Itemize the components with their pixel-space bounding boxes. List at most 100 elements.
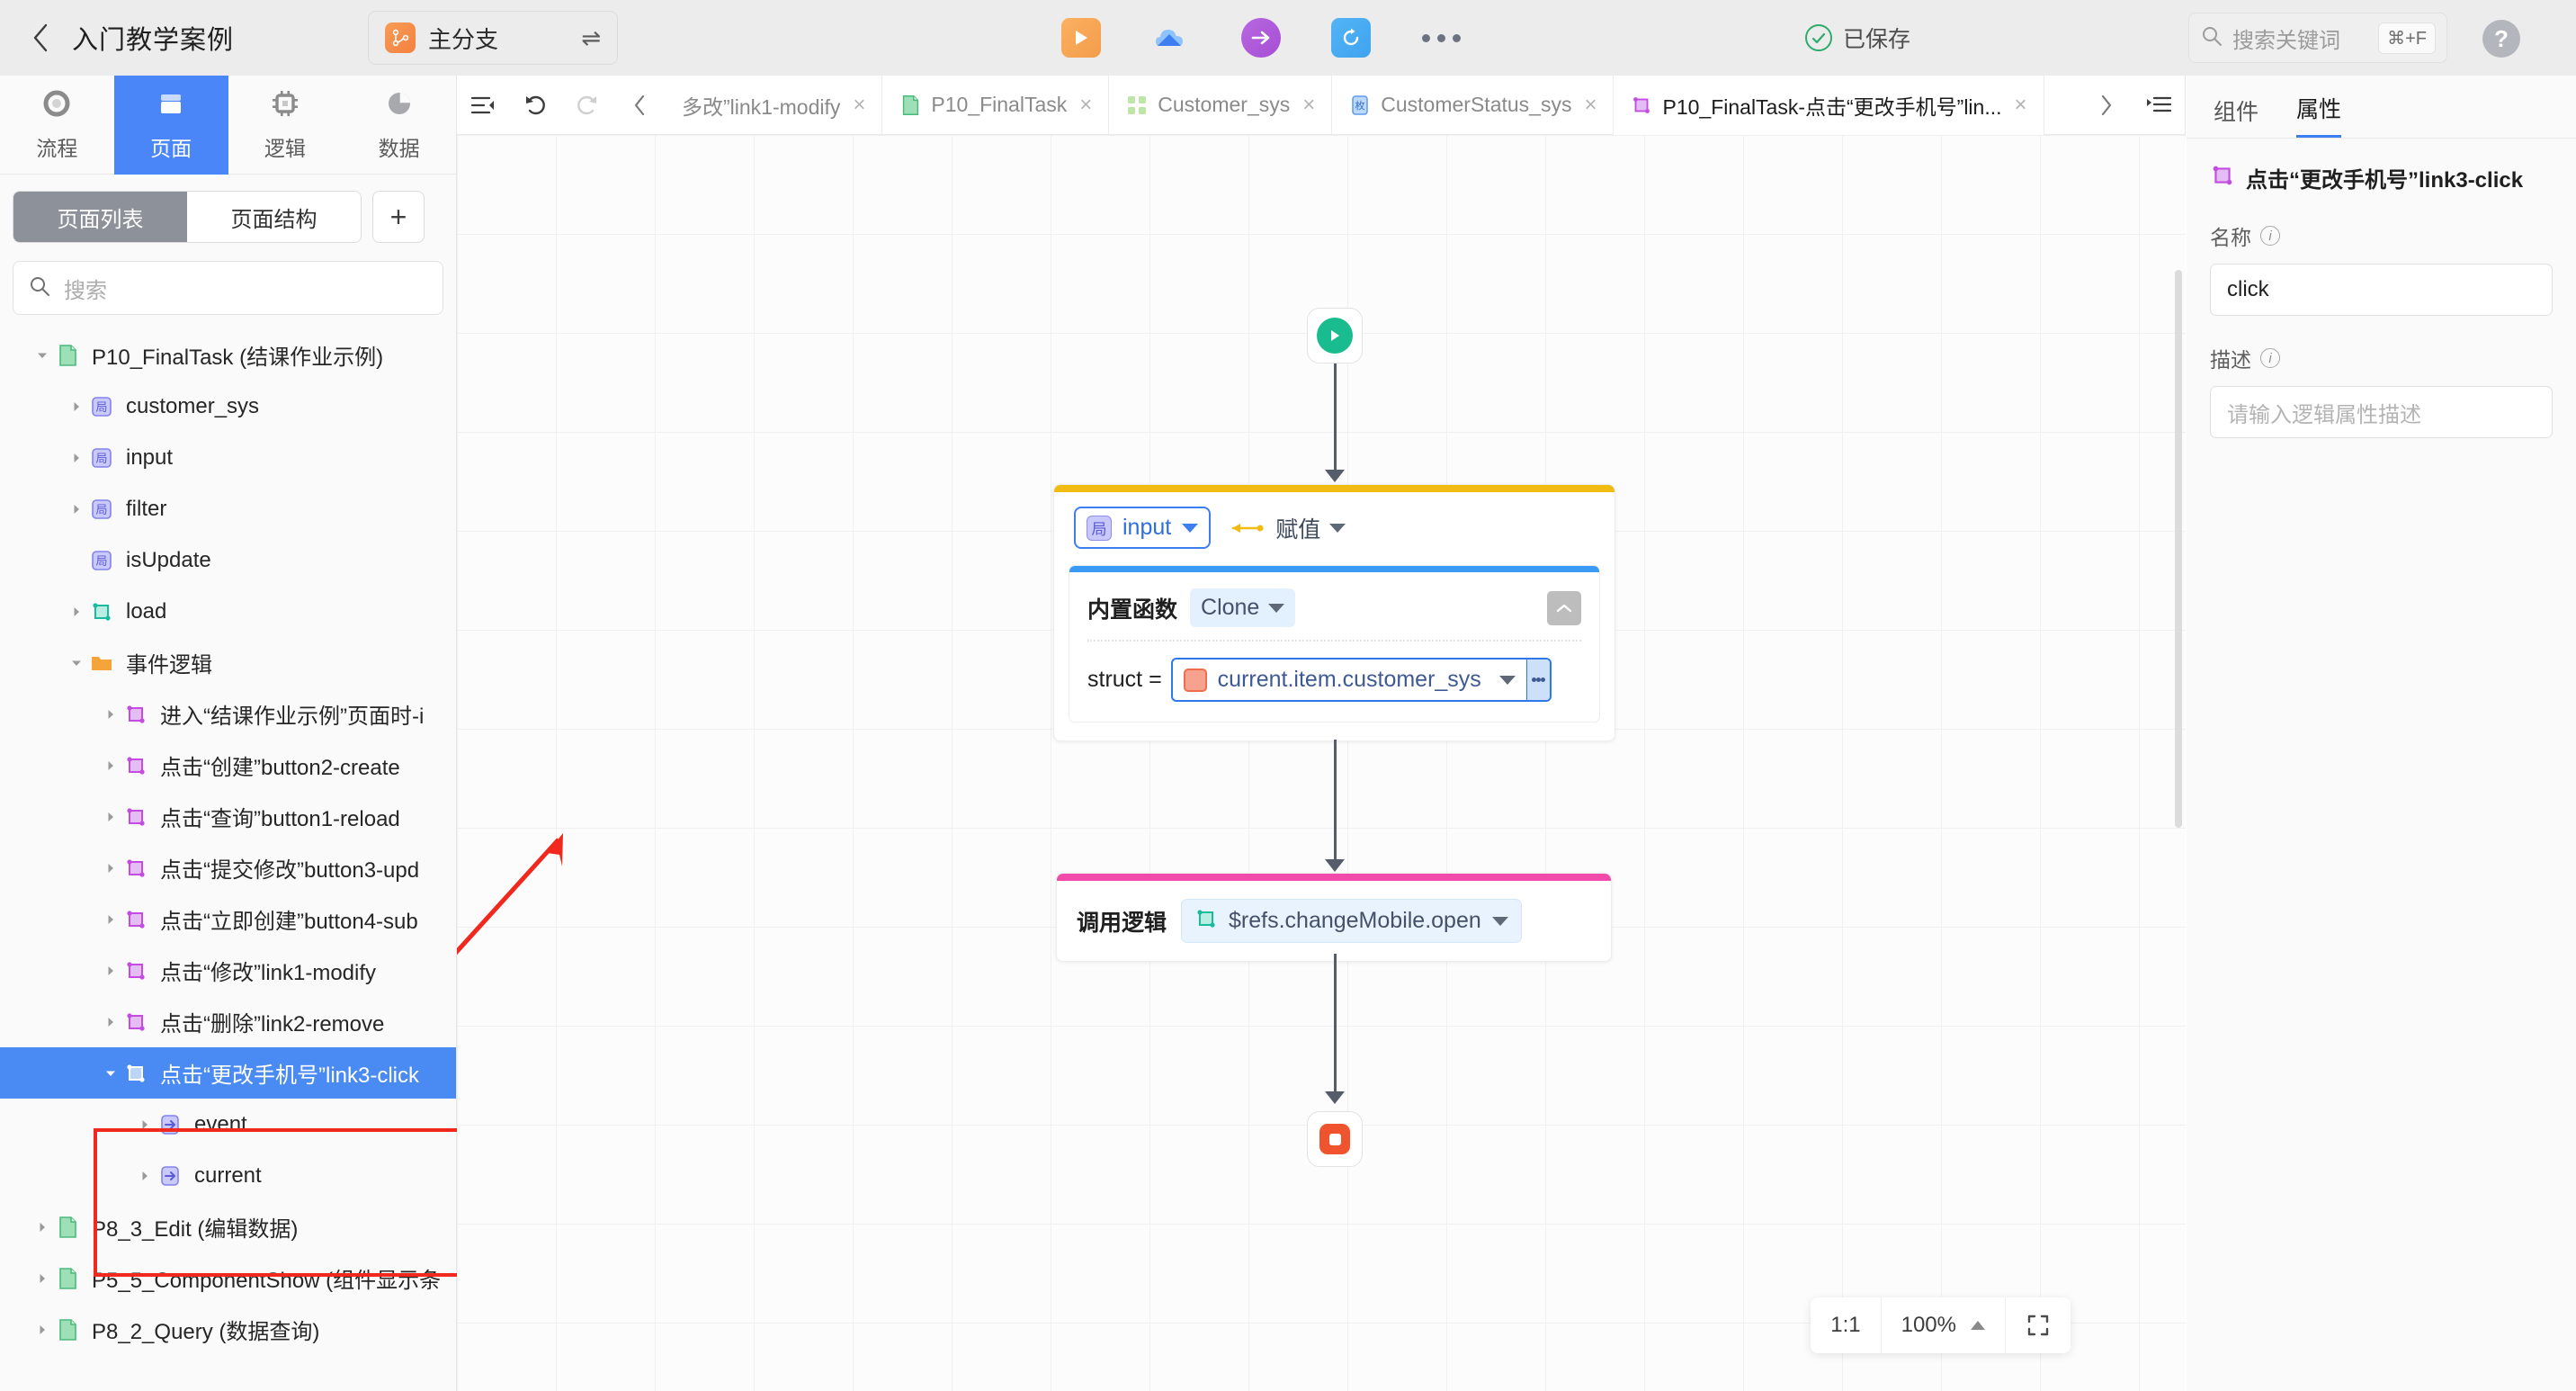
chevron-right-icon[interactable] [31,1323,54,1337]
chevron-right-icon[interactable] [99,810,122,824]
tab-list-icon[interactable] [2133,76,2185,135]
chevron-right-icon[interactable] [65,502,88,516]
chevron-up-icon[interactable] [1547,590,1581,625]
call-logic-select[interactable]: $refs.changeMobile.open [1181,899,1522,943]
chevron-right-icon[interactable] [133,1117,157,1132]
chevron-right-icon[interactable] [99,758,122,773]
fit-screen-icon[interactable] [2006,1297,2071,1353]
tree-item[interactable]: 点击“提交修改”button3-upd [0,842,456,893]
chevron-down-icon[interactable] [65,656,88,670]
edge-assign-to-call [1334,740,1337,861]
close-icon[interactable]: × [853,93,865,118]
tree-item[interactable]: 局 customer_sys [0,381,456,432]
close-icon[interactable]: × [1584,93,1597,118]
deploy-arrow-icon[interactable] [1239,16,1283,59]
cloud-publish-icon[interactable] [1149,16,1193,59]
editor-tab[interactable]: 多改”link1-modify × [666,75,883,135]
run-preview-icon[interactable] [1060,16,1103,59]
tree-item[interactable]: 局 input [0,432,456,483]
tree-item[interactable]: 点击“更改手机号”link3-click [0,1047,456,1099]
chevron-right-icon[interactable] [65,399,88,414]
chevron-down-icon [1491,916,1508,926]
tab-page-list[interactable]: 页面列表 [13,192,187,242]
tree-item[interactable]: P10_FinalTask (结课作业示例) [0,329,456,381]
tree-item[interactable]: P5_5_ComponentShow (组件显示条 [0,1252,456,1304]
struct-param-more-icon[interactable] [1525,660,1550,700]
editor-tab[interactable]: 枚 CustomerStatus_sys × [1332,75,1614,135]
tree-item[interactable]: 点击“查询”button1-reload [0,791,456,842]
undo-icon[interactable] [509,76,561,135]
editor-tab[interactable]: Customer_sys × [1109,75,1333,135]
chevron-right-icon[interactable] [99,964,122,978]
start-node[interactable] [1307,308,1363,363]
editor-tab[interactable]: P10_FinalTask × [882,75,1110,135]
more-options-icon[interactable] [1419,16,1462,59]
branch-swap-icon[interactable]: ⇌ [581,24,601,52]
field-description: 描述 i 请输入逻辑属性描述 [2187,343,2576,438]
assign-node[interactable]: 局 input 赋值 内置函数 Clone struct = current.i… [1053,484,1615,741]
mode-tab-page[interactable]: 页面 [113,76,228,175]
close-icon[interactable]: × [1079,93,1092,118]
chevron-right-icon[interactable] [31,1271,54,1286]
chevron-right-icon[interactable] [99,707,122,722]
field-name-label: 名称 i [2210,220,2553,251]
end-node[interactable] [1307,1111,1363,1167]
builtin-function-select[interactable]: Clone [1190,588,1296,627]
mode-tab-flow[interactable]: 流程 [0,76,114,175]
global-search-input[interactable]: 搜索关键词 ⌘+F [2188,13,2447,63]
tab-page-structure[interactable]: 页面结构 [187,192,361,242]
next-tab-button[interactable] [2080,76,2133,135]
chevron-right-icon[interactable] [99,1015,122,1029]
flow-canvas[interactable]: 局 input 赋值 内置函数 Clone struct = current.i… [457,135,2186,1391]
mode-tab-logic[interactable]: 逻辑 [228,76,343,175]
page-search-placeholder: 搜索 [64,278,107,303]
tree-item[interactable]: 点击“修改”link1-modify [0,945,456,996]
chevron-right-icon[interactable] [65,605,88,619]
tree-item[interactable]: P8_2_Query (数据查询) [0,1304,456,1355]
field-name-input[interactable]: click [2210,264,2553,316]
tree-item[interactable]: P8_3_Edit (编辑数据) [0,1201,456,1252]
redo-icon[interactable] [561,76,613,135]
sync-refresh-icon[interactable] [1329,16,1373,59]
tree-item[interactable]: load [0,586,456,637]
tree-item[interactable]: 点击“创建”button2-create [0,740,456,791]
call-logic-node[interactable]: 调用逻辑 $refs.changeMobile.open [1056,873,1612,962]
chevron-right-icon[interactable] [65,451,88,465]
field-description-input[interactable]: 请输入逻辑属性描述 [2210,386,2553,438]
tree-item[interactable]: 进入“结课作业示例”页面时-i [0,688,456,740]
zoom-level-select[interactable]: 100% [1882,1297,2006,1353]
info-icon[interactable]: i [2260,348,2280,368]
close-icon[interactable]: × [2015,93,2027,118]
tree-item[interactable]: current [0,1150,456,1201]
info-icon[interactable]: i [2260,226,2280,246]
assign-operator-select[interactable]: 赋值 [1230,512,1346,544]
prev-tab-button[interactable] [613,76,666,135]
chevron-right-icon[interactable] [31,1220,54,1234]
chevron-right-icon[interactable] [133,1169,157,1183]
back-button[interactable] [20,17,61,58]
tab-properties[interactable]: 属性 [2296,92,2342,138]
page-search-input[interactable]: 搜索 [13,261,443,315]
canvas-scrollbar[interactable] [2175,270,2182,828]
tab-components[interactable]: 组件 [2214,94,2258,138]
tree-item[interactable]: 局 filter [0,483,456,534]
tree-item[interactable]: 事件逻辑 [0,637,456,688]
chevron-down-icon[interactable] [31,348,54,363]
tree-item[interactable]: event [0,1099,456,1150]
branch-selector[interactable]: 主分支 ⇌ [368,11,618,65]
struct-param-select[interactable]: current.item.customer_sys [1170,658,1552,702]
zoom-reset-button[interactable]: 1:1 [1811,1297,1882,1353]
mode-tab-data[interactable]: 数据 [342,76,456,175]
add-page-button[interactable]: + [372,191,425,243]
close-icon[interactable]: × [1302,93,1315,118]
assign-target-select[interactable]: 局 input [1074,507,1212,549]
tree-item[interactable]: 局 isUpdate [0,534,456,586]
editor-tab[interactable]: P10_FinalTask-点击“更改手机号”lin... × [1614,75,2044,135]
chevron-down-icon[interactable] [99,1066,122,1081]
tree-item[interactable]: 点击“立即创建”button4-sub [0,893,456,945]
collapse-panel-icon[interactable] [457,76,509,135]
tree-item[interactable]: 点击“删除”link2-remove [0,996,456,1047]
chevron-right-icon[interactable] [99,912,122,927]
help-button[interactable]: ? [2482,20,2520,58]
chevron-right-icon[interactable] [99,861,122,875]
